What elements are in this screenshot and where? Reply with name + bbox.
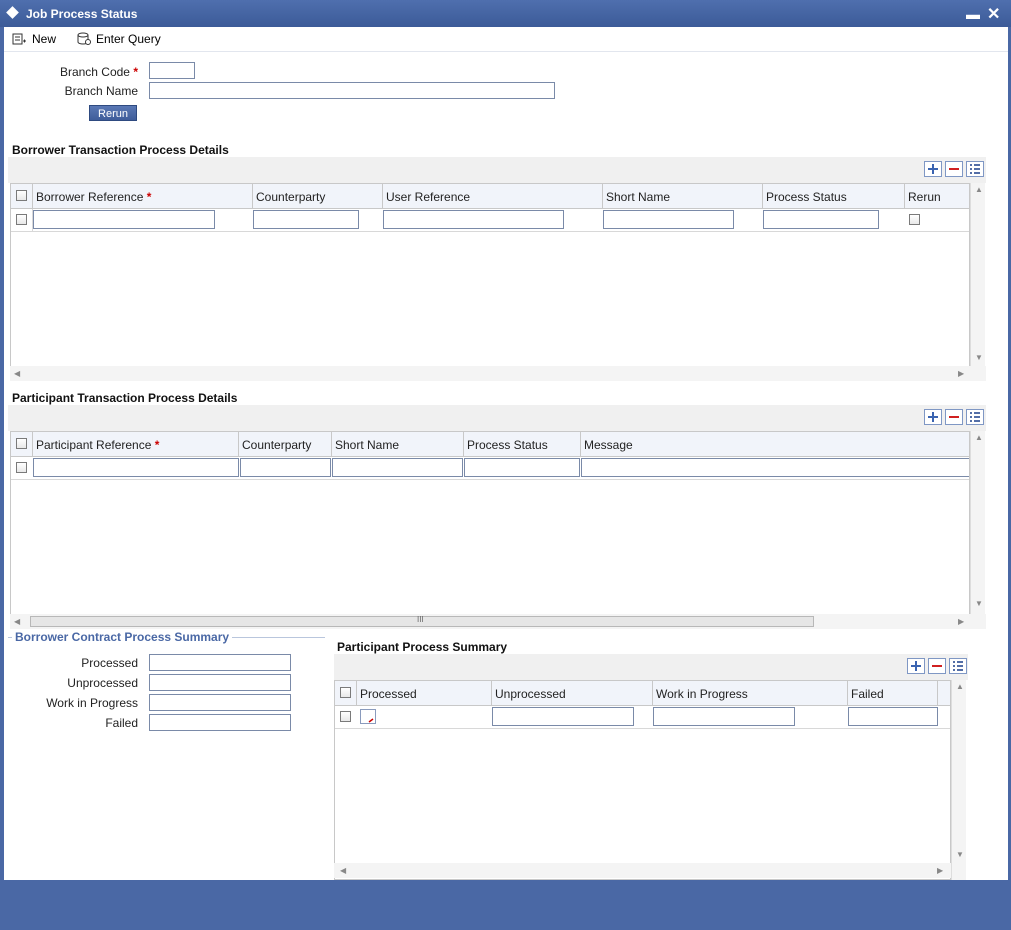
col-participant-reference[interactable]: Participant Reference *: [33, 432, 239, 456]
failed-label: Failed: [105, 716, 138, 730]
col-processed[interactable]: Processed: [357, 681, 492, 705]
list-view-icon[interactable]: [966, 161, 984, 177]
participant-horizontal-scrollbar[interactable]: ◀ III ▶: [10, 614, 986, 629]
delete-row-icon[interactable]: [945, 161, 963, 177]
status-bar: [0, 880, 1011, 930]
app-window: Job Process Status ▬ ✕ New Enter Query B…: [0, 0, 1011, 930]
work-in-progress-label: Work in Progress: [46, 696, 138, 710]
participant-grid: Participant Reference * Counterparty Sho…: [10, 431, 970, 615]
participant-summary-title: Participant Process Summary: [337, 640, 508, 654]
list-view-icon[interactable]: [966, 409, 984, 425]
branch-name-label: Branch Name: [64, 84, 138, 98]
participant-reference-field[interactable]: [33, 458, 239, 477]
enter-query-label: Enter Query: [96, 32, 161, 46]
add-row-icon[interactable]: [924, 409, 942, 425]
user-reference-field[interactable]: [383, 210, 564, 229]
main-content: New Enter Query Branch Code * Branch Nam…: [4, 27, 1008, 880]
col-counterparty[interactable]: Counterparty: [253, 184, 383, 208]
branch-code-input[interactable]: [149, 62, 195, 79]
select-all-cell: [11, 184, 33, 208]
table-row: [11, 209, 969, 232]
select-all-cell: [335, 681, 357, 705]
col-short-name[interactable]: Short Name: [603, 184, 763, 208]
process-status-field[interactable]: [464, 458, 580, 477]
select-all-cell: [11, 432, 33, 456]
enter-query-icon: [77, 32, 91, 45]
short-name-field[interactable]: [603, 210, 734, 229]
rerun-button[interactable]: Rerun: [89, 105, 137, 121]
close-icon[interactable]: ✕: [987, 4, 1000, 24]
col-message[interactable]: Message: [581, 432, 969, 456]
borrower-grid: Borrower Reference * Counterparty User R…: [10, 183, 970, 368]
failed-field[interactable]: [149, 714, 291, 731]
borrower-grid-header: Borrower Reference * Counterparty User R…: [11, 184, 969, 209]
failed-field[interactable]: [848, 707, 938, 726]
select-all-checkbox[interactable]: [16, 190, 27, 201]
borrower-summary-title: Borrower Contract Process Summary: [12, 630, 233, 644]
window-diamond-icon: [6, 6, 19, 19]
unprocessed-field[interactable]: [492, 707, 634, 726]
participant-vertical-scrollbar[interactable]: ▲ ▼: [970, 431, 985, 615]
enter-query-button[interactable]: Enter Query: [76, 30, 161, 48]
participant-summary-grid: Processed Unprocessed Work in Progress F…: [334, 680, 951, 880]
col-failed[interactable]: Failed: [848, 681, 938, 705]
col-process-status[interactable]: Process Status: [464, 432, 581, 456]
toolbar-divider: [4, 51, 1008, 52]
add-row-icon[interactable]: [907, 658, 925, 674]
new-label: New: [32, 32, 57, 46]
col-short-name[interactable]: Short Name: [332, 432, 464, 456]
process-status-field[interactable]: [763, 210, 879, 229]
counterparty-field[interactable]: [240, 458, 331, 477]
row-checkbox[interactable]: [16, 462, 27, 473]
participant-grid-header: Participant Reference * Counterparty Sho…: [11, 432, 969, 457]
delete-row-icon[interactable]: [945, 409, 963, 425]
col-process-status[interactable]: Process Status: [763, 184, 905, 208]
new-button[interactable]: New: [12, 30, 56, 48]
delete-row-icon[interactable]: [928, 658, 946, 674]
processed-field[interactable]: [149, 654, 291, 671]
select-all-checkbox[interactable]: [16, 438, 27, 449]
branch-code-label: Branch Code *: [59, 65, 138, 79]
processed-lov-icon[interactable]: [360, 709, 376, 724]
borrower-grid-toolbar: [8, 157, 986, 183]
table-row: [335, 706, 950, 729]
title-bar: Job Process Status ▬ ✕: [0, 0, 1011, 27]
participant-summary-toolbar: [334, 654, 968, 680]
row-checkbox[interactable]: [340, 711, 351, 722]
branch-name-input[interactable]: [149, 82, 555, 99]
new-icon: [12, 33, 26, 45]
processed-label: Processed: [81, 656, 138, 670]
borrower-vertical-scrollbar[interactable]: ▲ ▼: [970, 183, 985, 368]
participant-grid-toolbar: [8, 405, 986, 431]
col-work-in-progress[interactable]: Work in Progress: [653, 681, 848, 705]
short-name-field[interactable]: [332, 458, 463, 477]
borrower-reference-field[interactable]: [33, 210, 215, 229]
unprocessed-field[interactable]: [149, 674, 291, 691]
rerun-checkbox[interactable]: [909, 214, 920, 225]
select-all-checkbox[interactable]: [340, 687, 351, 698]
scroll-thumb[interactable]: III: [30, 615, 814, 627]
col-counterparty[interactable]: Counterparty: [239, 432, 332, 456]
summary-vertical-scrollbar[interactable]: ▲ ▼: [951, 680, 966, 880]
col-borrower-reference[interactable]: Borrower Reference *: [33, 184, 253, 208]
work-in-progress-field[interactable]: [149, 694, 291, 711]
borrower-horizontal-scrollbar[interactable]: ◀ ▶: [10, 366, 986, 381]
table-row: [11, 457, 969, 480]
participant-summary-header: Processed Unprocessed Work in Progress F…: [335, 681, 950, 706]
list-view-icon[interactable]: [949, 658, 967, 674]
col-rerun[interactable]: Rerun: [905, 184, 969, 208]
counterparty-field[interactable]: [253, 210, 359, 229]
window-title: Job Process Status: [26, 7, 138, 21]
unprocessed-label: Unprocessed: [67, 676, 138, 690]
summary-horizontal-scrollbar[interactable]: ◀ ▶: [334, 863, 951, 878]
col-unprocessed[interactable]: Unprocessed: [492, 681, 653, 705]
message-field[interactable]: [581, 458, 969, 477]
borrower-section-title: Borrower Transaction Process Details: [12, 143, 229, 157]
work-in-progress-field[interactable]: [653, 707, 795, 726]
col-user-reference[interactable]: User Reference: [383, 184, 603, 208]
minimize-icon[interactable]: ▬: [966, 7, 980, 21]
participant-section-title: Participant Transaction Process Details: [12, 391, 238, 405]
add-row-icon[interactable]: [924, 161, 942, 177]
